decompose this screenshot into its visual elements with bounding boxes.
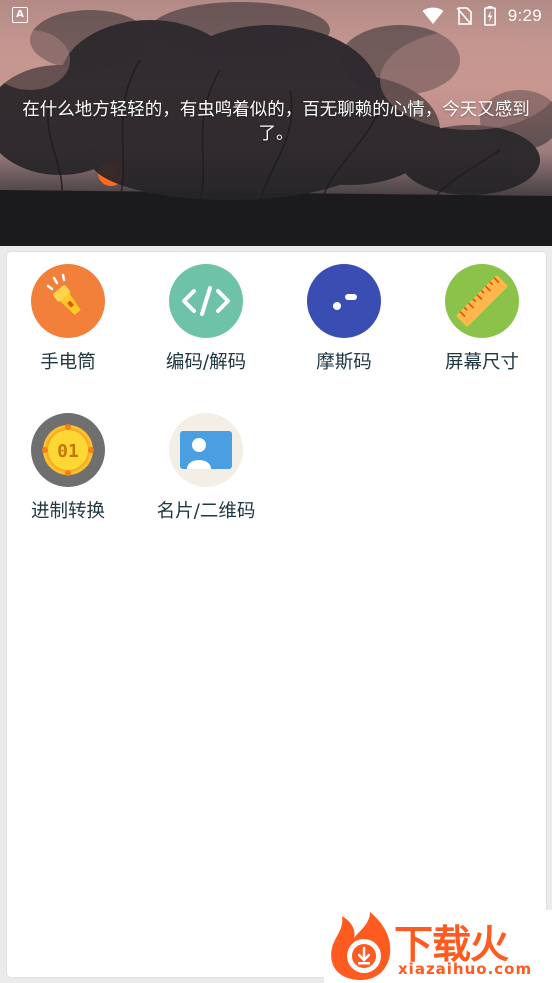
battery-charging-icon xyxy=(483,6,496,26)
tool-label: 摩斯码 xyxy=(316,352,372,373)
status-bar: A 9:29 xyxy=(0,0,552,32)
daily-quote: 在什么地方轻轻的，有虫鸣着似的，百无聊赖的心情，今天又感到了。 xyxy=(22,100,530,144)
tool-morse-code[interactable]: 摩斯码 xyxy=(279,264,409,374)
tools-card: 手电筒 编码/解码 摩斯码 屏幕尺寸 01 进制转换 名片/二维码 xyxy=(7,252,546,977)
flashlight-icon xyxy=(31,264,105,338)
status-indicators: 9:29 xyxy=(422,4,542,28)
watermark-domain: xiazaihuo.com xyxy=(398,960,533,978)
tool-base-conversion[interactable]: 01 进制转换 xyxy=(3,413,133,523)
tool-label: 名片/二维码 xyxy=(156,501,256,522)
app-notification-icon: A xyxy=(12,7,28,23)
flame-logo-icon xyxy=(331,912,391,980)
tool-encode-decode[interactable]: 编码/解码 xyxy=(141,264,271,374)
header-banner: A 9:29 在什么地方轻轻的，有虫鸣着似的，百无聊赖的心情，今天又感到了。 xyxy=(0,0,552,246)
morse-icon xyxy=(307,264,381,338)
binary-badge-icon: 01 xyxy=(31,413,105,487)
business-card-icon xyxy=(169,413,243,487)
watermark-logo: 下载火 xiazaihuo.com xyxy=(324,910,552,983)
tool-screen-size[interactable]: 屏幕尺寸 xyxy=(417,264,547,374)
tool-card-qrcode[interactable]: 名片/二维码 xyxy=(141,413,271,523)
no-sim-icon xyxy=(456,7,472,25)
status-time: 9:29 xyxy=(507,6,542,25)
code-icon xyxy=(169,264,243,338)
tool-label: 手电筒 xyxy=(40,352,96,373)
tool-label: 进制转换 xyxy=(30,501,105,522)
svg-text:01: 01 xyxy=(57,441,79,462)
tool-flashlight[interactable]: 手电筒 xyxy=(3,264,133,374)
wifi-icon xyxy=(422,7,444,24)
tool-label: 编码/解码 xyxy=(165,352,247,373)
ruler-icon xyxy=(445,264,519,338)
tool-label: 屏幕尺寸 xyxy=(444,352,519,373)
